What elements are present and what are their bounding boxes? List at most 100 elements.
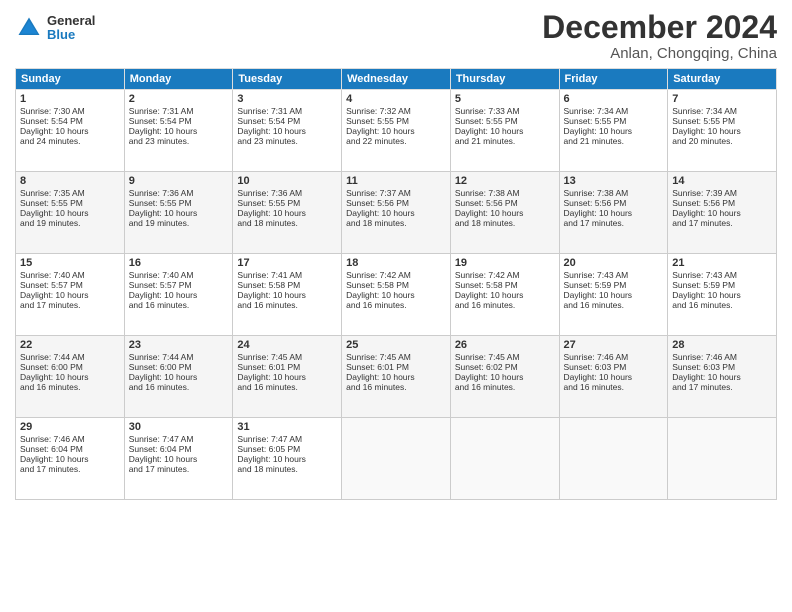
day-number: 2 [129,93,229,105]
day-info-line: Sunrise: 7:47 AM [129,434,229,444]
table-cell: 16Sunrise: 7:40 AMSunset: 5:57 PMDayligh… [124,254,233,336]
day-info-line: Sunset: 6:01 PM [237,362,337,372]
day-info-line: Daylight: 10 hours [564,290,664,300]
header-friday: Friday [559,69,668,90]
day-info-line: and 18 minutes. [237,218,337,228]
day-number: 8 [20,175,120,187]
day-info-line: and 21 minutes. [455,136,555,146]
table-cell: 13Sunrise: 7:38 AMSunset: 5:56 PMDayligh… [559,172,668,254]
table-cell [559,418,668,500]
day-info-line: Daylight: 10 hours [672,290,772,300]
title-block: December 2024 Anlan, Chongqing, China [542,10,777,62]
day-number: 6 [564,93,664,105]
day-info-line: Daylight: 10 hours [20,372,120,382]
day-info-line: Daylight: 10 hours [346,372,446,382]
day-info-line: Sunset: 5:54 PM [129,116,229,126]
day-number: 14 [672,175,772,187]
table-cell: 27Sunrise: 7:46 AMSunset: 6:03 PMDayligh… [559,336,668,418]
day-info-line: Daylight: 10 hours [672,372,772,382]
day-info-line: Sunrise: 7:47 AM [237,434,337,444]
day-info-line: Sunrise: 7:38 AM [455,188,555,198]
day-info-line: and 16 minutes. [455,300,555,310]
header-tuesday: Tuesday [233,69,342,90]
day-number: 18 [346,257,446,269]
day-number: 1 [20,93,120,105]
day-info-line: Sunset: 5:55 PM [455,116,555,126]
day-info-line: and 16 minutes. [129,382,229,392]
day-info-line: Daylight: 10 hours [237,126,337,136]
day-number: 27 [564,339,664,351]
day-info-line: Daylight: 10 hours [455,126,555,136]
table-cell: 1Sunrise: 7:30 AMSunset: 5:54 PMDaylight… [16,90,125,172]
day-info-line: Sunset: 5:58 PM [346,280,446,290]
day-info-line: and 24 minutes. [20,136,120,146]
day-info-line: Daylight: 10 hours [564,126,664,136]
day-number: 16 [129,257,229,269]
day-info-line: and 23 minutes. [237,136,337,146]
day-info-line: and 16 minutes. [455,382,555,392]
logo-text: General Blue [47,14,95,43]
page: General Blue December 2024 Anlan, Chongq… [0,0,792,612]
table-cell: 26Sunrise: 7:45 AMSunset: 6:02 PMDayligh… [450,336,559,418]
table-cell: 21Sunrise: 7:43 AMSunset: 5:59 PMDayligh… [668,254,777,336]
day-info-line: Sunset: 5:59 PM [672,280,772,290]
table-cell: 29Sunrise: 7:46 AMSunset: 6:04 PMDayligh… [16,418,125,500]
day-number: 23 [129,339,229,351]
day-info-line: Sunset: 5:57 PM [20,280,120,290]
day-info-line: Daylight: 10 hours [237,454,337,464]
day-info-line: Sunset: 5:55 PM [237,198,337,208]
day-number: 21 [672,257,772,269]
day-info-line: Daylight: 10 hours [129,372,229,382]
calendar-table: Sunday Monday Tuesday Wednesday Thursday… [15,68,777,500]
day-info-line: Sunset: 5:56 PM [455,198,555,208]
day-info-line: Sunset: 6:02 PM [455,362,555,372]
day-info-line: Sunrise: 7:46 AM [20,434,120,444]
table-cell: 9Sunrise: 7:36 AMSunset: 5:55 PMDaylight… [124,172,233,254]
day-info-line: Sunset: 5:55 PM [20,198,120,208]
day-info-line: Sunrise: 7:35 AM [20,188,120,198]
day-info-line: Daylight: 10 hours [237,290,337,300]
table-cell: 12Sunrise: 7:38 AMSunset: 5:56 PMDayligh… [450,172,559,254]
day-number: 12 [455,175,555,187]
day-info-line: Sunrise: 7:33 AM [455,106,555,116]
day-info-line: Daylight: 10 hours [346,290,446,300]
day-info-line: Daylight: 10 hours [20,290,120,300]
day-number: 31 [237,421,337,433]
day-info-line: Daylight: 10 hours [455,208,555,218]
day-info-line: Daylight: 10 hours [346,208,446,218]
day-number: 28 [672,339,772,351]
day-info-line: and 17 minutes. [564,218,664,228]
day-number: 9 [129,175,229,187]
day-info-line: Daylight: 10 hours [455,372,555,382]
header-wednesday: Wednesday [342,69,451,90]
day-info-line: Sunrise: 7:31 AM [237,106,337,116]
day-info-line: Daylight: 10 hours [129,126,229,136]
day-info-line: Sunrise: 7:40 AM [129,270,229,280]
table-cell: 14Sunrise: 7:39 AMSunset: 5:56 PMDayligh… [668,172,777,254]
day-info-line: and 16 minutes. [346,382,446,392]
header-thursday: Thursday [450,69,559,90]
week-row-3: 15Sunrise: 7:40 AMSunset: 5:57 PMDayligh… [16,254,777,336]
day-info-line: Sunset: 5:54 PM [20,116,120,126]
day-info-line: Sunset: 5:56 PM [564,198,664,208]
day-info-line: and 16 minutes. [237,382,337,392]
day-info-line: Sunset: 6:00 PM [129,362,229,372]
day-info-line: and 21 minutes. [564,136,664,146]
table-cell: 24Sunrise: 7:45 AMSunset: 6:01 PMDayligh… [233,336,342,418]
day-info-line: Sunset: 5:56 PM [346,198,446,208]
day-info-line: Sunset: 5:55 PM [672,116,772,126]
table-cell: 22Sunrise: 7:44 AMSunset: 6:00 PMDayligh… [16,336,125,418]
day-number: 5 [455,93,555,105]
day-info-line: and 16 minutes. [564,300,664,310]
day-info-line: Daylight: 10 hours [20,126,120,136]
day-info-line: and 19 minutes. [20,218,120,228]
day-number: 17 [237,257,337,269]
table-cell: 31Sunrise: 7:47 AMSunset: 6:05 PMDayligh… [233,418,342,500]
day-info-line: and 18 minutes. [237,464,337,474]
table-cell: 23Sunrise: 7:44 AMSunset: 6:00 PMDayligh… [124,336,233,418]
day-info-line: Daylight: 10 hours [455,290,555,300]
day-info-line: Sunrise: 7:43 AM [672,270,772,280]
day-info-line: Sunset: 6:00 PM [20,362,120,372]
day-info-line: and 17 minutes. [20,300,120,310]
day-number: 11 [346,175,446,187]
